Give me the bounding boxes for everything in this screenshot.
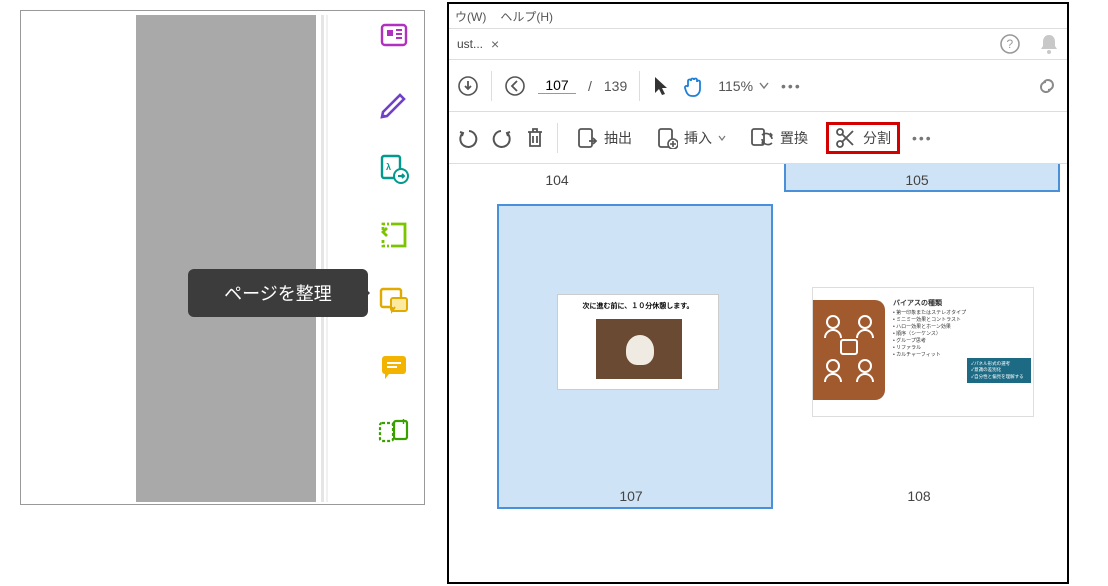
page-total: 139 xyxy=(604,78,627,94)
p108-art xyxy=(813,300,885,400)
document-tab-bar: ust... × ? xyxy=(449,28,1067,60)
page-107-image xyxy=(596,319,682,379)
svg-text:+: + xyxy=(400,419,407,428)
more-icon[interactable]: ••• xyxy=(912,130,933,146)
thumb-108[interactable]: バイアスの種類 • 第一印象またはステレオタイプ • ミニミー効果とコントラスト… xyxy=(811,286,1033,416)
zoom-value: 115% xyxy=(718,78,753,94)
compare-icon[interactable]: + xyxy=(376,415,412,451)
page-108: バイアスの種類 • 第一印象またはステレオタイプ • ミニミー効果とコントラスト… xyxy=(812,287,1034,417)
share-link-icon[interactable] xyxy=(1035,75,1059,97)
list-item: • リファラル xyxy=(893,345,966,352)
divider xyxy=(491,71,492,101)
save-down-icon[interactable] xyxy=(457,75,479,97)
list-item: • 順序（シーケンス） xyxy=(893,331,966,338)
document-tab[interactable]: ust... × xyxy=(457,36,499,52)
delete-icon[interactable] xyxy=(525,127,545,149)
hand-tool-icon[interactable] xyxy=(682,74,706,98)
acrobat-window: ウ(W) ヘルプ(H) ust... × ? / 139 xyxy=(447,2,1069,584)
replace-button[interactable]: 置換 xyxy=(744,123,814,153)
svg-text:λ: λ xyxy=(386,162,391,172)
list-item: • 第一印象またはステレオタイプ xyxy=(893,310,966,317)
list-item: • カルチャーフィット xyxy=(893,352,966,359)
insert-button[interactable]: 挿入 xyxy=(650,123,732,153)
page-107: 次に進む前に、１０分休憩します。 xyxy=(557,294,719,390)
export-pdf-icon[interactable]: λ xyxy=(376,151,412,187)
organize-toolbar: 抽出 挿入 置換 分割 ••• xyxy=(449,112,1067,164)
zoom-control[interactable]: 115% xyxy=(718,78,769,94)
divider xyxy=(326,15,328,502)
back-icon[interactable] xyxy=(504,75,526,97)
thumb-107[interactable]: 次に進む前に、１０分休憩します。 xyxy=(497,204,773,509)
list-item: • ハロー効果とホーン効果 xyxy=(893,324,966,331)
divider xyxy=(321,15,324,502)
page-label-108: 108 xyxy=(889,488,949,504)
main-toolbar: / 139 115% ••• xyxy=(449,60,1067,112)
p108-title: バイアスの種類 xyxy=(893,298,942,308)
chevron-down-icon xyxy=(718,134,726,142)
p108-bullets: • 第一印象またはステレオタイプ • ミニミー効果とコントラスト • ハロー効果… xyxy=(893,310,966,359)
page-label-104: 104 xyxy=(527,172,587,188)
organize-pages-tooltip: ページを整理 xyxy=(188,269,368,317)
menu-bar: ウ(W) ヘルプ(H) xyxy=(449,4,1067,28)
chevron-down-icon xyxy=(759,82,769,90)
menu-window[interactable]: ウ(W) xyxy=(455,8,486,25)
left-callout-panel: λ + ページを整理 xyxy=(20,10,425,505)
sticky-note-icon[interactable] xyxy=(376,349,412,385)
left-white-area xyxy=(27,15,136,502)
divider xyxy=(557,123,558,153)
undo-icon[interactable] xyxy=(457,127,479,149)
split-button[interactable]: 分割 xyxy=(826,122,900,154)
create-pdf-icon[interactable] xyxy=(376,19,412,55)
page-thumbnails-area: 104 105 次に進む前に、１０分休憩します。 107 xyxy=(449,164,1067,584)
close-tab-icon[interactable]: × xyxy=(491,36,499,52)
page-separator: / xyxy=(588,78,592,94)
split-label: 分割 xyxy=(863,128,891,148)
left-gray-area xyxy=(136,15,316,502)
insert-label: 挿入 xyxy=(684,128,712,148)
organize-pages-icon[interactable] xyxy=(376,217,412,253)
comment-icon[interactable] xyxy=(376,283,412,319)
pointer-tool-icon[interactable] xyxy=(652,75,670,97)
p108-badge: ✓パネル形式の選考 ✓意識の差別化 ✓自分性と偏見を理解する xyxy=(967,358,1031,383)
replace-label: 置換 xyxy=(780,128,808,148)
divider xyxy=(639,71,640,101)
page-107-title: 次に進む前に、１０分休憩します。 xyxy=(558,295,718,311)
edit-icon[interactable] xyxy=(376,85,412,121)
tab-label: ust... xyxy=(457,37,483,51)
right-tool-rail: λ + xyxy=(364,11,424,505)
extract-button[interactable]: 抽出 xyxy=(570,123,638,153)
page-label-107: 107 xyxy=(601,488,661,504)
help-icon[interactable]: ? xyxy=(999,33,1021,55)
more-tools-icon[interactable]: ••• xyxy=(781,78,802,94)
redo-icon[interactable] xyxy=(491,127,513,149)
menu-help[interactable]: ヘルプ(H) xyxy=(500,8,553,25)
cup-shape xyxy=(626,335,654,365)
page-number-input[interactable] xyxy=(538,77,576,94)
list-item: • グループ思考 xyxy=(893,338,966,345)
bell-icon[interactable] xyxy=(1039,33,1059,55)
people-icon xyxy=(813,300,885,400)
svg-text:?: ? xyxy=(1007,37,1014,51)
badge-line: ✓自分性と偏見を理解する xyxy=(971,374,1027,380)
page-label-105: 105 xyxy=(887,172,947,188)
list-item: • ミニミー効果とコントラスト xyxy=(893,317,966,324)
tooltip-label: ページを整理 xyxy=(224,280,332,306)
extract-label: 抽出 xyxy=(604,128,632,148)
